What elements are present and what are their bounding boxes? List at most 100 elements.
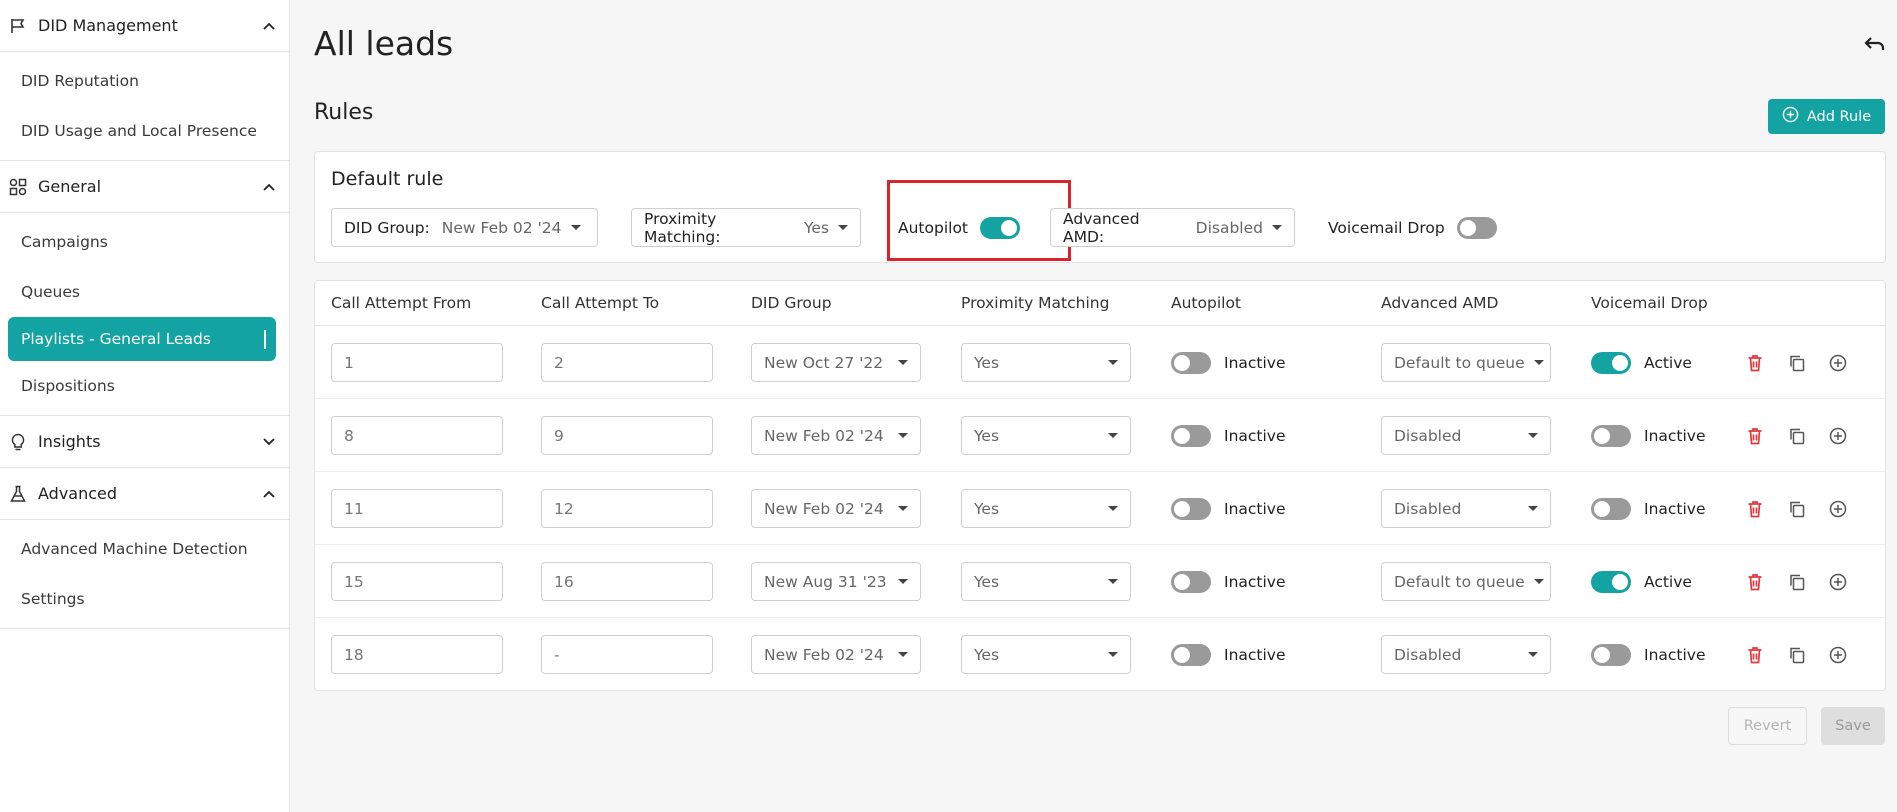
default-rule-card: Default rule DID Group: New Feb 02 '24 P…: [314, 151, 1886, 263]
shapes-icon: [8, 177, 28, 197]
column-header: Call Attempt To: [541, 294, 660, 312]
did-group-select[interactable]: New Feb 02 '24: [751, 416, 921, 455]
proximity-select[interactable]: Yes: [961, 635, 1131, 674]
amd-select[interactable]: Disabled: [1381, 416, 1551, 455]
default-amd-select[interactable]: Advanced AMD: Disabled: [1050, 208, 1295, 247]
did-group-select[interactable]: New Aug 31 '23: [751, 562, 921, 601]
amd-select[interactable]: Disabled: [1381, 489, 1551, 528]
chevron-up-icon[interactable]: [259, 177, 279, 197]
proximity-select[interactable]: Yes: [961, 343, 1131, 382]
call-attempt-from-input[interactable]: 1: [331, 343, 503, 382]
sidebar-item-campaigns[interactable]: Campaigns: [0, 217, 289, 267]
sidebar-section-general[interactable]: General: [0, 161, 289, 213]
caret-down-icon: [1108, 652, 1118, 657]
autopilot-toggle[interactable]: [1171, 497, 1211, 520]
sidebar-item-settings[interactable]: Settings: [0, 574, 289, 624]
chevron-down-icon[interactable]: [259, 432, 279, 452]
call-attempt-from-input[interactable]: 18: [331, 635, 503, 674]
copy-icon[interactable]: [1787, 645, 1807, 665]
proximity-select[interactable]: Yes: [961, 489, 1131, 528]
undo-icon[interactable]: [1863, 34, 1887, 54]
proximity-value: Yes: [974, 353, 1000, 372]
call-attempt-from-input[interactable]: 8: [331, 416, 503, 455]
amd-select[interactable]: Disabled: [1381, 635, 1551, 674]
caret-down-icon: [1533, 579, 1544, 584]
call-attempt-to-input[interactable]: 16: [541, 562, 713, 601]
caret-down-icon: [838, 225, 848, 230]
proximity-select[interactable]: Yes: [961, 562, 1131, 601]
copy-icon[interactable]: [1787, 572, 1807, 592]
amd-select[interactable]: Default to queue: [1381, 562, 1551, 601]
default-proximity-select[interactable]: Proximity Matching: Yes: [631, 208, 861, 247]
call-attempt-to-input[interactable]: -: [541, 635, 713, 674]
did-group-select[interactable]: New Feb 02 '24: [751, 635, 921, 674]
default-did-group-select[interactable]: DID Group: New Feb 02 '24: [331, 208, 598, 247]
call-attempt-to-input[interactable]: 12: [541, 489, 713, 528]
autopilot-status: Inactive: [1224, 572, 1286, 591]
did-group-select[interactable]: New Feb 02 '24: [751, 489, 921, 528]
column-header: Autopilot: [1171, 294, 1241, 312]
sidebar-item-did-reputation[interactable]: DID Reputation: [0, 56, 289, 106]
voicemail-status: Inactive: [1644, 426, 1706, 445]
sidebar-item-did-usage[interactable]: DID Usage and Local Presence: [0, 106, 289, 156]
chevron-up-icon[interactable]: [259, 16, 279, 36]
sidebar-item-queues[interactable]: Queues: [0, 267, 289, 317]
sidebar-item-dispositions[interactable]: Dispositions: [0, 361, 289, 411]
autopilot-cell: Inactive: [1171, 489, 1286, 528]
voicemail-status: Inactive: [1644, 499, 1706, 518]
amd-value: Default to queue: [1394, 353, 1525, 372]
plus-circle-icon[interactable]: [1828, 645, 1848, 665]
autopilot-toggle[interactable]: [1171, 424, 1211, 447]
trash-icon[interactable]: [1745, 426, 1765, 446]
call-attempt-from-input[interactable]: 15: [331, 562, 503, 601]
copy-icon[interactable]: [1787, 426, 1807, 446]
voicemail-toggle[interactable]: [1591, 424, 1631, 447]
voicemail-toggle[interactable]: [1591, 643, 1631, 666]
sidebar-section-label: Advanced: [38, 484, 118, 503]
autopilot-toggle[interactable]: [1171, 570, 1211, 593]
trash-icon[interactable]: [1745, 645, 1765, 665]
chevron-up-icon[interactable]: [259, 484, 279, 504]
amd-select[interactable]: Default to queue: [1381, 343, 1551, 382]
column-header: Voicemail Drop: [1591, 294, 1708, 312]
voicemail-cell: Active: [1591, 343, 1692, 382]
proximity-select[interactable]: Yes: [961, 416, 1131, 455]
plus-circle-icon[interactable]: [1828, 499, 1848, 519]
column-header: Proximity Matching: [961, 294, 1110, 312]
plus-circle-icon[interactable]: [1828, 572, 1848, 592]
sidebar-item-advanced-machine-detection[interactable]: Advanced Machine Detection: [0, 524, 289, 574]
sidebar-section-advanced[interactable]: Advanced: [0, 468, 289, 520]
sidebar-section-insights[interactable]: Insights: [0, 416, 289, 468]
caret-down-icon: [1108, 433, 1118, 438]
autopilot-status: Inactive: [1224, 499, 1286, 518]
autopilot-toggle[interactable]: [1171, 351, 1211, 374]
revert-button[interactable]: Revert: [1728, 707, 1807, 745]
did-group-value: New Oct 27 '22: [764, 353, 884, 372]
plus-circle-icon[interactable]: [1828, 426, 1848, 446]
copy-icon[interactable]: [1787, 353, 1807, 373]
sidebar-section-label: DID Management: [38, 16, 178, 35]
voicemail-toggle[interactable]: [1456, 216, 1497, 239]
copy-icon[interactable]: [1787, 499, 1807, 519]
did-group-select[interactable]: New Oct 27 '22: [751, 343, 921, 382]
voicemail-toggle[interactable]: [1591, 497, 1631, 520]
voicemail-status: Inactive: [1644, 645, 1706, 664]
trash-icon[interactable]: [1745, 499, 1765, 519]
flask-icon: [8, 484, 28, 504]
plus-circle-icon[interactable]: [1828, 353, 1848, 373]
call-attempt-to-input[interactable]: 9: [541, 416, 713, 455]
autopilot-toggle[interactable]: [1171, 643, 1211, 666]
amd-label: Advanced AMD:: [1063, 209, 1140, 246]
add-rule-button[interactable]: Add Rule: [1768, 99, 1885, 134]
call-attempt-to-input[interactable]: 2: [541, 343, 713, 382]
save-button[interactable]: Save: [1821, 707, 1885, 745]
voicemail-toggle[interactable]: [1591, 351, 1631, 374]
call-attempt-from-input[interactable]: 11: [331, 489, 503, 528]
caret-down-icon: [898, 579, 908, 584]
sidebar-item-playlists-general-leads[interactable]: Playlists - General Leads: [8, 317, 276, 361]
sidebar-section-did-management[interactable]: DID Management: [0, 0, 289, 52]
trash-icon[interactable]: [1745, 572, 1765, 592]
trash-icon[interactable]: [1745, 353, 1765, 373]
caret-down-icon: [570, 225, 581, 230]
voicemail-toggle[interactable]: [1591, 570, 1631, 593]
